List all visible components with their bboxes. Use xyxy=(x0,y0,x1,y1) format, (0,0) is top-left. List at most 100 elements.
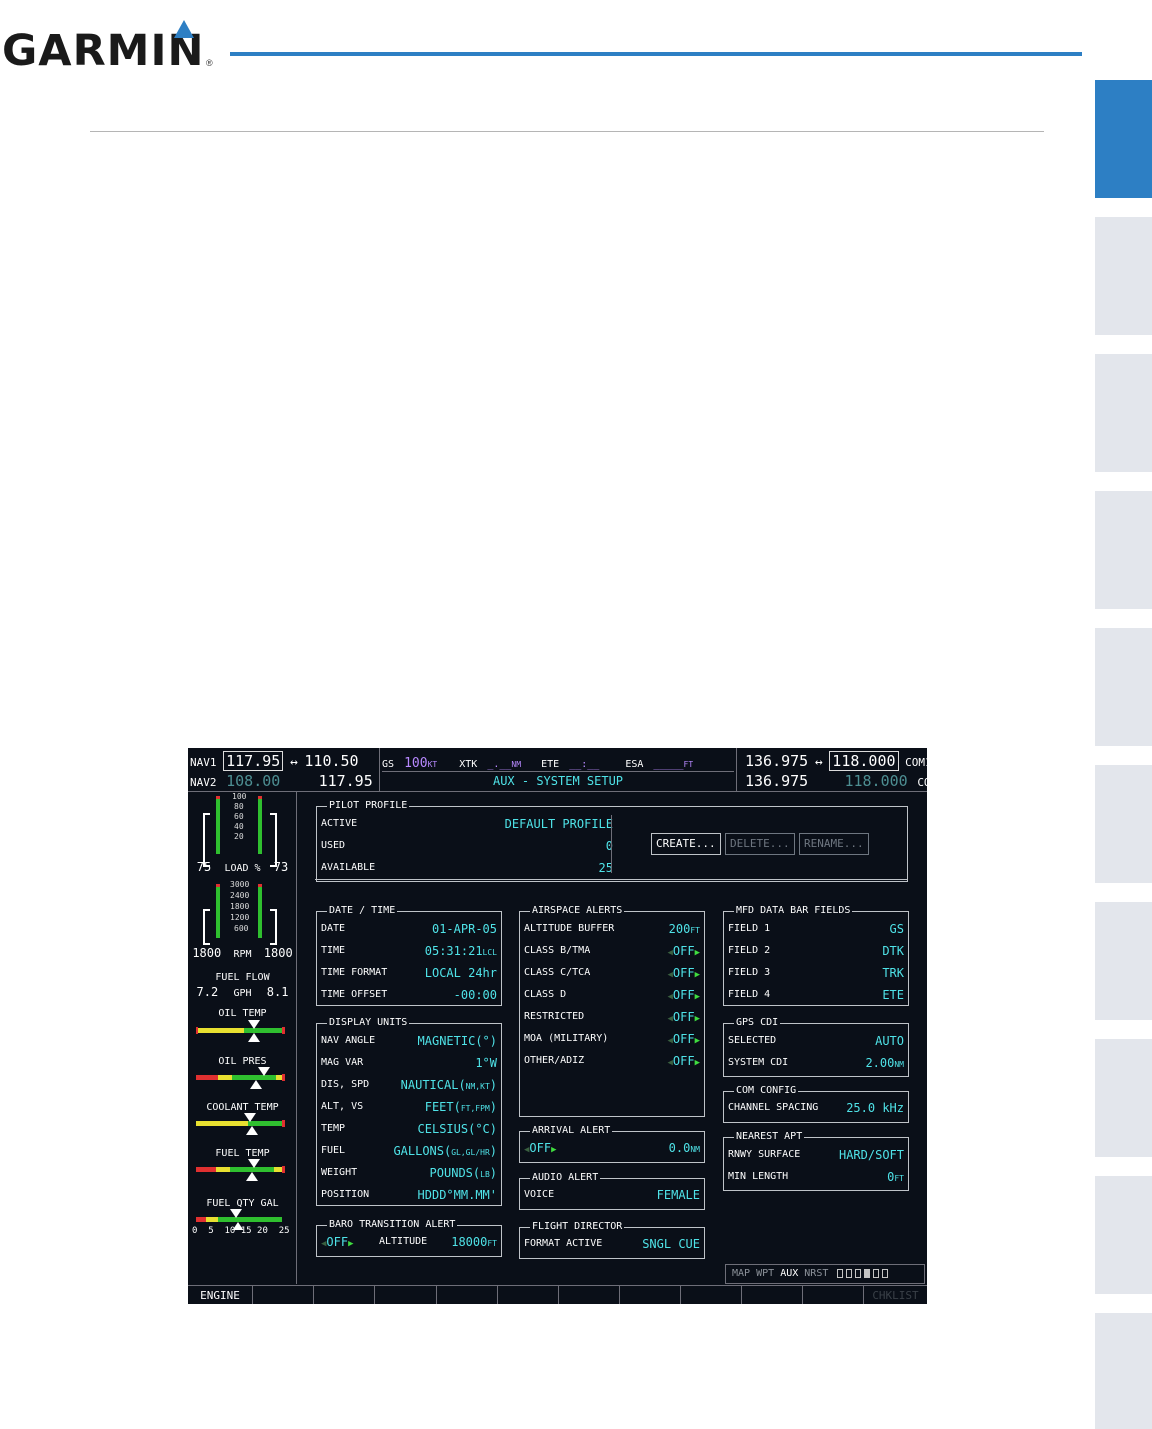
voice-value[interactable]: FEMALE xyxy=(657,1188,700,1202)
gs-unit: KT xyxy=(427,760,438,769)
nav2-standby-frequency[interactable]: 117.95 xyxy=(319,772,373,790)
system-cdi-value[interactable]: 2.00NM xyxy=(865,1056,904,1072)
runway-surface-value[interactable]: HARD/SOFT xyxy=(839,1148,904,1162)
nav-swap-arrow-icon[interactable]: ↔ xyxy=(290,755,298,770)
altitude-buffer-number: 200 xyxy=(668,922,691,936)
nav2-active-frequency[interactable]: 108.00 xyxy=(223,772,283,790)
airspace-class-label: RESTRICTED xyxy=(524,1011,585,1022)
softkey-blank[interactable] xyxy=(375,1286,437,1304)
softkey-blank[interactable] xyxy=(498,1286,559,1304)
baro-alert-state[interactable]: ◀OFF▶ xyxy=(321,1235,354,1251)
com1-active-frequency[interactable]: 118.000 xyxy=(829,751,899,771)
engine-softkey[interactable]: ENGINE xyxy=(188,1286,253,1304)
page-box xyxy=(837,1268,844,1278)
airspace-class-label: OTHER/ADIZ xyxy=(524,1055,585,1066)
softkey-blank[interactable] xyxy=(437,1286,498,1304)
cdi-selected-row: SELECTED AUTO xyxy=(728,1034,904,1048)
com2-standby-frequency[interactable]: 136.975 xyxy=(745,772,808,790)
load-tick: 60 xyxy=(234,812,244,821)
section-tab-7[interactable] xyxy=(1095,902,1152,1020)
airspace-toggle[interactable]: ◀OFF▶ xyxy=(667,966,700,982)
nav-angle-value[interactable]: MAGNETIC(°) xyxy=(418,1034,497,1048)
weight-label: WEIGHT xyxy=(321,1167,358,1178)
com-config-title: COM CONFIG xyxy=(734,1085,799,1097)
airspace-toggle[interactable]: ◀OFF▶ xyxy=(667,1054,700,1070)
com2-label: COM2 xyxy=(917,776,927,789)
softkey-blank[interactable] xyxy=(681,1286,742,1304)
section-tab-3[interactable] xyxy=(1095,354,1152,472)
content-separator xyxy=(315,879,908,880)
weight-value[interactable]: POUNDS(LB) xyxy=(430,1166,497,1182)
com1-standby-frequency[interactable]: 136.975 xyxy=(745,752,808,770)
data-field-value[interactable]: GS xyxy=(890,922,904,936)
profile-active-row: ACTIVE DEFAULT PROFILE xyxy=(321,817,613,831)
section-tab-2[interactable] xyxy=(1095,217,1152,335)
arrival-alert-row: ◀OFF▶ 0.0NM xyxy=(524,1141,700,1155)
softkey-blank[interactable] xyxy=(253,1286,314,1304)
com1-line: 136.975 ↔ 118.000 COM1 xyxy=(745,751,927,771)
profile-available-label: AVAILABLE xyxy=(321,862,376,873)
nav1-standby-frequency[interactable]: 110.50 xyxy=(304,752,358,770)
baro-altitude-value[interactable]: 18000FT xyxy=(451,1235,497,1251)
softkey-blank[interactable] xyxy=(314,1286,375,1304)
arrival-distance-value[interactable]: 0.0NM xyxy=(669,1141,700,1157)
airspace-toggle[interactable]: ◀OFF▶ xyxy=(667,944,700,960)
softkey-blank[interactable] xyxy=(620,1286,681,1304)
softkey-blank[interactable] xyxy=(742,1286,803,1304)
arrival-alert-state[interactable]: ◀OFF▶ xyxy=(524,1141,557,1157)
delete-profile-button[interactable]: DELETE... xyxy=(725,833,795,855)
data-field-value[interactable]: ETE xyxy=(882,988,904,1002)
system-cdi-row: SYSTEM CDI 2.00NM xyxy=(728,1056,904,1070)
xtk-unit: NM xyxy=(511,760,522,769)
voice-row: VOICE FEMALE xyxy=(524,1188,700,1202)
time-format-value[interactable]: LOCAL 24hr xyxy=(425,966,497,980)
page-group-nrst: NRST xyxy=(804,1268,829,1279)
data-field-value[interactable]: TRK xyxy=(882,966,904,980)
cdi-selected-value[interactable]: AUTO xyxy=(875,1034,904,1048)
dis-spd-units: NM,KT xyxy=(465,1082,490,1091)
section-tab-4[interactable] xyxy=(1095,491,1152,609)
rename-profile-button[interactable]: RENAME... xyxy=(799,833,869,855)
min-length-value[interactable]: 0FT xyxy=(887,1170,904,1186)
data-field-value[interactable]: DTK xyxy=(882,944,904,958)
time-value[interactable]: 05:31:21LCL xyxy=(425,944,497,960)
format-active-value[interactable]: SNGL CUE xyxy=(642,1237,700,1251)
section-tab-9[interactable] xyxy=(1095,1176,1152,1294)
arrival-alert-title: ARRIVAL ALERT xyxy=(530,1125,613,1137)
min-length-label: MIN LENGTH xyxy=(728,1171,789,1182)
airspace-toggle[interactable]: ◀OFF▶ xyxy=(667,988,700,1004)
create-profile-button[interactable]: CREATE... xyxy=(651,833,721,855)
channel-spacing-value[interactable]: 25.0 kHz xyxy=(846,1101,904,1115)
temp-value[interactable]: CELSIUS(°C) xyxy=(418,1122,497,1136)
display-units-title: DISPLAY UNITS xyxy=(327,1017,410,1029)
page-box xyxy=(882,1268,889,1278)
softkey-blank[interactable] xyxy=(803,1286,864,1304)
softkey-blank[interactable] xyxy=(559,1286,620,1304)
com-swap-arrow-icon[interactable]: ↔ xyxy=(815,755,823,770)
section-tab-6[interactable] xyxy=(1095,765,1152,883)
profile-active-value[interactable]: DEFAULT PROFILE xyxy=(505,817,613,831)
date-value[interactable]: 01-APR-05 xyxy=(432,922,497,936)
com2-active-frequency[interactable]: 118.000 xyxy=(841,772,910,790)
airspace-toggle[interactable]: ◀OFF▶ xyxy=(667,1032,700,1048)
load-readout: 75 LOAD % 73 xyxy=(188,860,297,874)
time-offset-value[interactable]: -00:00 xyxy=(454,988,497,1002)
airspace-toggle[interactable]: ◀OFF▶ xyxy=(667,1010,700,1026)
alt-vs-row: ALT, VS FEET(FT,FPM) xyxy=(321,1100,497,1114)
com-config-panel: COM CONFIG CHANNEL SPACING 25.0 kHz xyxy=(723,1085,909,1123)
checklist-softkey[interactable]: CHKLIST xyxy=(864,1286,927,1304)
mag-var-label: MAG VAR xyxy=(321,1057,364,1068)
fuel-value[interactable]: GALLONS(GL,GL/HR) xyxy=(393,1144,497,1160)
section-tab-1[interactable] xyxy=(1095,80,1152,198)
altitude-buffer-value[interactable]: 200FT xyxy=(669,922,700,938)
alt-vs-value[interactable]: FEET(FT,FPM) xyxy=(425,1100,497,1116)
channel-spacing-label: CHANNEL SPACING xyxy=(728,1102,819,1113)
section-tab-10[interactable] xyxy=(1095,1313,1152,1429)
temp-row: TEMP CELSIUS(°C) xyxy=(321,1122,497,1136)
mag-var-value[interactable]: 1°W xyxy=(475,1056,497,1070)
section-tab-8[interactable] xyxy=(1095,1039,1152,1157)
dis-spd-value[interactable]: NAUTICAL(NM,KT) xyxy=(401,1078,497,1094)
section-tab-5[interactable] xyxy=(1095,628,1152,746)
nav1-active-frequency[interactable]: 117.95 xyxy=(223,751,284,771)
position-value[interactable]: HDDD°MM.MM' xyxy=(418,1188,497,1202)
